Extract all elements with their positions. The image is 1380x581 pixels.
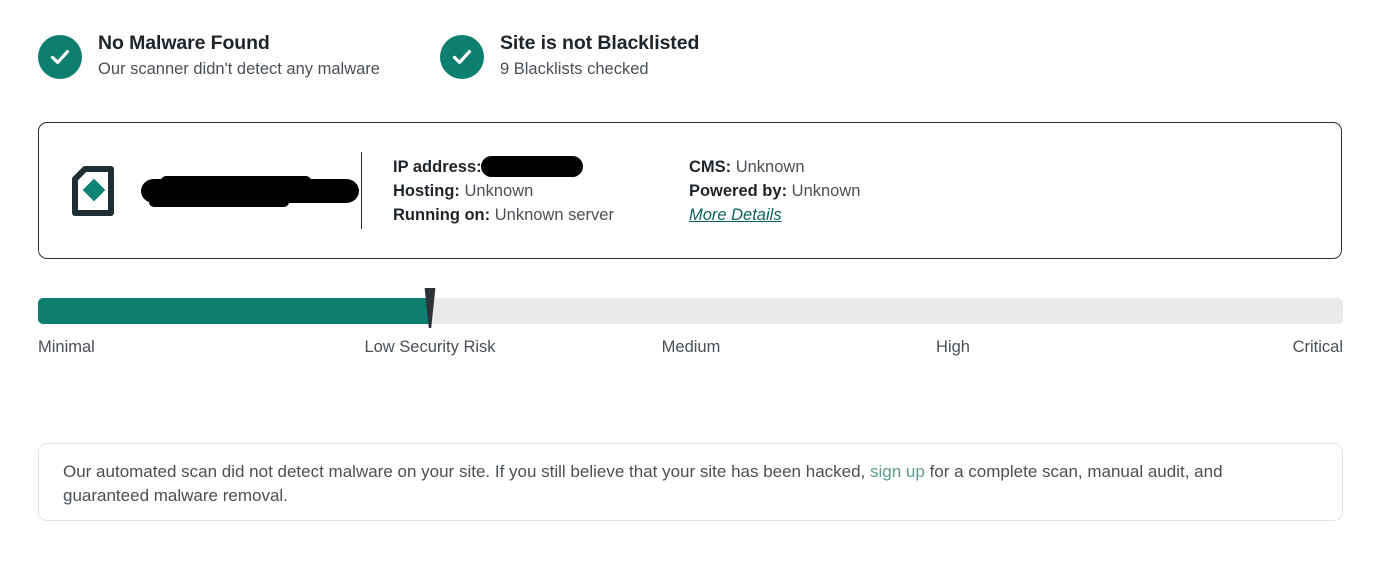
- status-title-malware: No Malware Found: [98, 32, 270, 54]
- risk-meter-track: [38, 288, 1343, 328]
- detail-label-cms: CMS:: [688, 157, 732, 176]
- status-title-blacklist: Site is not Blacklisted: [500, 32, 700, 54]
- scan-status-row: No Malware Found Our scanner didn't dete…: [38, 30, 699, 80]
- detail-value-cms: Unknown: [735, 157, 805, 176]
- scan-notice-text: Our automated scan did not detect malwar…: [63, 460, 1308, 508]
- risk-label-medium: Medium: [661, 338, 721, 356]
- risk-meter-marker: [422, 288, 438, 334]
- site-document-diamond-icon: [71, 165, 115, 216]
- detail-label-hosting: Hosting:: [393, 181, 460, 200]
- risk-meter-fill: [38, 298, 430, 324]
- check-circle-icon: [440, 35, 484, 79]
- site-identity-block: [39, 165, 361, 216]
- site-name-redacted: [141, 175, 359, 207]
- site-details-column-left: IP address: Hosting: Unknown Running on:…: [393, 155, 614, 227]
- status-subtitle-malware: Our scanner didn't detect any malware: [98, 59, 380, 78]
- status-item-blacklist: Site is not Blacklisted 9 Blacklists che…: [440, 30, 699, 80]
- detail-value-powered-by: Unknown: [791, 181, 861, 200]
- sign-up-link[interactable]: sign up: [870, 462, 925, 481]
- risk-label-low-security-risk: Low Security Risk: [364, 338, 496, 356]
- notice-text-before-link: Our automated scan did not detect malwar…: [63, 462, 871, 481]
- detail-label-ip: IP address:: [393, 157, 482, 176]
- detail-row-running-on: Running on: Unknown server: [393, 203, 614, 227]
- status-text-malware: No Malware Found Our scanner didn't dete…: [98, 30, 380, 80]
- detail-row-ip: IP address:: [393, 155, 614, 179]
- site-details: IP address: Hosting: Unknown Running on:…: [362, 155, 860, 227]
- status-text-blacklist: Site is not Blacklisted 9 Blacklists che…: [500, 30, 699, 80]
- scan-notice-box: Our automated scan did not detect malwar…: [38, 443, 1343, 521]
- detail-value-hosting: Unknown: [464, 181, 534, 200]
- more-details-link[interactable]: More Details: [689, 203, 782, 227]
- detail-row-powered-by: Powered by: Unknown: [689, 179, 861, 203]
- site-info-card: IP address: Hosting: Unknown Running on:…: [38, 122, 1342, 259]
- risk-label-high: High: [936, 338, 970, 356]
- detail-label-powered-by: Powered by:: [688, 181, 788, 200]
- detail-value-running-on: Unknown server: [494, 205, 614, 224]
- security-risk-meter: Minimal Low Security Risk Medium High Cr…: [38, 288, 1343, 360]
- check-circle-icon: [38, 35, 82, 79]
- ip-address-redacted: [480, 155, 583, 177]
- site-details-column-right: CMS: Unknown Powered by: Unknown More De…: [689, 155, 861, 227]
- risk-label-minimal: Minimal: [38, 338, 95, 356]
- risk-meter-labels: Minimal Low Security Risk Medium High Cr…: [38, 338, 1343, 360]
- status-subtitle-blacklist: 9 Blacklists checked: [500, 59, 649, 78]
- detail-row-hosting: Hosting: Unknown: [393, 179, 614, 203]
- status-item-malware: No Malware Found Our scanner didn't dete…: [38, 30, 440, 80]
- detail-label-running-on: Running on:: [393, 205, 491, 224]
- risk-label-critical: Critical: [1292, 338, 1343, 356]
- detail-row-cms: CMS: Unknown: [689, 155, 861, 179]
